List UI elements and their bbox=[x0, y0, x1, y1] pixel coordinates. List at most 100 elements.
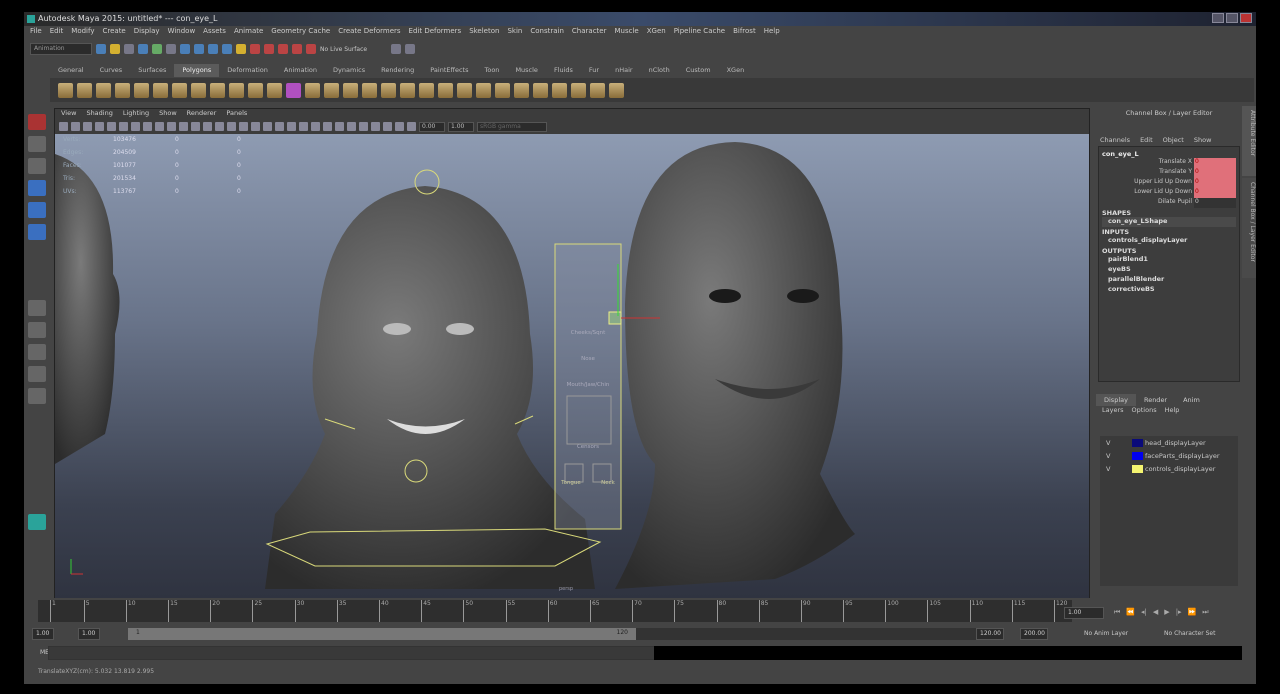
minimize-button[interactable] bbox=[1212, 13, 1224, 23]
panel-tool-icon[interactable] bbox=[215, 122, 224, 131]
panel-tool-icon[interactable] bbox=[179, 122, 188, 131]
panel-tool-icon[interactable] bbox=[263, 122, 272, 131]
shelf-tool-icon[interactable] bbox=[457, 82, 472, 98]
shelf-tool-icon[interactable] bbox=[77, 82, 92, 98]
select-tool-icon[interactable] bbox=[28, 114, 46, 130]
step-forward-icon[interactable]: |▸ bbox=[1176, 608, 1182, 617]
shelf-tool-icon[interactable] bbox=[514, 82, 529, 98]
shelf-tab-polygons[interactable]: Polygons bbox=[174, 64, 220, 77]
menu-skeleton[interactable]: Skeleton bbox=[469, 27, 499, 39]
panel-menu-lighting[interactable]: Lighting bbox=[123, 109, 149, 120]
menu-character[interactable]: Character bbox=[572, 27, 607, 39]
shelf-tool-icon[interactable] bbox=[134, 82, 149, 98]
shelf-tool-icon[interactable] bbox=[191, 82, 206, 98]
channel-box-tab[interactable]: Channel Box / Layer Editor bbox=[1242, 178, 1256, 278]
shelf-tool-icon[interactable] bbox=[419, 82, 434, 98]
panel-tool-icon[interactable] bbox=[155, 122, 164, 131]
menu-file[interactable]: File bbox=[30, 27, 42, 39]
shelf-tool-icon[interactable] bbox=[305, 82, 320, 98]
step-back-key-icon[interactable]: ⏪ bbox=[1126, 608, 1135, 617]
layer-color-swatch[interactable] bbox=[1132, 464, 1143, 473]
panel-tool-icon[interactable] bbox=[323, 122, 332, 131]
panel-tool-icon[interactable] bbox=[383, 122, 392, 131]
shelf-tool-icon[interactable] bbox=[248, 82, 263, 98]
shelf-tab-toon[interactable]: Toon bbox=[476, 64, 507, 77]
layout-outliner-icon[interactable] bbox=[28, 366, 46, 382]
anim-layer-selector[interactable]: No Anim Layer bbox=[1084, 630, 1128, 637]
panel-tool-icon[interactable] bbox=[251, 122, 260, 131]
select-hierarchy-icon[interactable] bbox=[138, 44, 148, 54]
render-icon[interactable] bbox=[264, 44, 274, 54]
panel-tool-icon[interactable] bbox=[407, 122, 416, 131]
shelf-tool-icon[interactable] bbox=[286, 82, 301, 98]
snap-curve-icon[interactable] bbox=[194, 44, 204, 54]
shelf-tab-fur[interactable]: Fur bbox=[581, 64, 607, 77]
layer-row[interactable]: Vhead_displayLayer bbox=[1100, 436, 1238, 449]
shelf-tool-icon[interactable] bbox=[153, 82, 168, 98]
attr-value[interactable]: 0 bbox=[1194, 158, 1236, 168]
menu-modify[interactable]: Modify bbox=[71, 27, 94, 39]
layer-tab-display[interactable]: Display bbox=[1096, 394, 1136, 406]
layer-color-swatch[interactable] bbox=[1132, 451, 1143, 460]
panel-tool-icon[interactable] bbox=[95, 122, 104, 131]
channel-attr-translate-x[interactable]: Translate X0 bbox=[1102, 158, 1236, 168]
viewport[interactable]: Cheeks/Sqnt Nose Mouth/Jaw/Chin Censors … bbox=[55, 134, 1089, 598]
menu-window[interactable]: Window bbox=[168, 27, 196, 39]
node-correctivebs[interactable]: correctiveBS bbox=[1102, 285, 1236, 295]
menu-create[interactable]: Create bbox=[102, 27, 125, 39]
shelf-tool-icon[interactable] bbox=[552, 82, 567, 98]
panel-tool-icon[interactable] bbox=[311, 122, 320, 131]
make-live-icon[interactable] bbox=[306, 44, 316, 54]
open-scene-icon[interactable] bbox=[110, 44, 120, 54]
panel-tool-icon[interactable] bbox=[395, 122, 404, 131]
paint-select-icon[interactable] bbox=[28, 158, 46, 174]
panel-tool-icon[interactable] bbox=[335, 122, 344, 131]
layout-side-icon[interactable] bbox=[28, 344, 46, 360]
channel-attr-upper-lid-up-down[interactable]: Upper Lid Up Down 0 bbox=[1102, 178, 1236, 188]
mode-selector[interactable]: Animation bbox=[30, 43, 92, 55]
shelf-tool-icon[interactable] bbox=[267, 82, 282, 98]
shelf-tool-icon[interactable] bbox=[324, 82, 339, 98]
menu-assets[interactable]: Assets bbox=[203, 27, 226, 39]
playback-start-field[interactable]: 1.00 bbox=[78, 628, 100, 640]
layer-menu-help[interactable]: Help bbox=[1165, 406, 1180, 418]
menu-bifrost[interactable]: Bifrost bbox=[733, 27, 756, 39]
layer-name[interactable]: head_displayLayer bbox=[1145, 439, 1206, 447]
step-forward-key-icon[interactable]: ⏩ bbox=[1188, 608, 1197, 617]
panel-tool-icon[interactable] bbox=[107, 122, 116, 131]
input-line-icon[interactable] bbox=[391, 44, 402, 54]
layout-four-icon[interactable] bbox=[28, 322, 46, 338]
menu-geometry-cache[interactable]: Geometry Cache bbox=[271, 27, 330, 39]
shelf-tab-painteffects[interactable]: PaintEffects bbox=[422, 64, 476, 77]
panel-menu-show[interactable]: Show bbox=[159, 109, 177, 120]
channel-attr-dilate-pupil[interactable]: Dilate Pupil 0 bbox=[1102, 198, 1236, 208]
ipr-render-icon[interactable] bbox=[278, 44, 288, 54]
panel-tool-icon[interactable] bbox=[347, 122, 356, 131]
shelf-tab-animation[interactable]: Animation bbox=[276, 64, 325, 77]
maximize-button[interactable] bbox=[1226, 13, 1238, 23]
layer-menu-layers[interactable]: Layers bbox=[1102, 406, 1124, 418]
shelf-tab-ncloth[interactable]: nCloth bbox=[641, 64, 678, 77]
layer-color-swatch[interactable] bbox=[1132, 438, 1143, 447]
panel-tool-icon[interactable] bbox=[299, 122, 308, 131]
panel-tool-icon[interactable] bbox=[143, 122, 152, 131]
shelf-tool-icon[interactable] bbox=[343, 82, 358, 98]
menu-constrain[interactable]: Constrain bbox=[530, 27, 564, 39]
playback-end-field[interactable]: 120.00 bbox=[976, 628, 1004, 640]
panel-tool-icon[interactable] bbox=[131, 122, 140, 131]
attr-value[interactable]: 0 bbox=[1194, 198, 1236, 208]
layer-name[interactable]: controls_displayLayer bbox=[1145, 465, 1215, 473]
shelf-tool-icon[interactable] bbox=[438, 82, 453, 98]
move-tool-icon[interactable] bbox=[28, 180, 46, 196]
panel-tool-icon[interactable] bbox=[191, 122, 200, 131]
shelf-tool-icon[interactable] bbox=[229, 82, 244, 98]
color-space-selector[interactable]: sRGB gamma bbox=[477, 121, 547, 132]
object-name[interactable]: con_eye_L bbox=[1102, 150, 1236, 158]
end-time-field[interactable]: 200.00 bbox=[1020, 628, 1048, 640]
menu-pipeline-cache[interactable]: Pipeline Cache bbox=[674, 27, 725, 39]
shelf-tool-icon[interactable] bbox=[96, 82, 111, 98]
layer-name[interactable]: faceParts_displayLayer bbox=[1145, 452, 1220, 460]
attribute-editor-tab[interactable]: Attribute Editor bbox=[1242, 106, 1256, 176]
node-controls-displaylayer[interactable]: controls_displayLayer bbox=[1102, 236, 1236, 246]
panel-tool-icon[interactable] bbox=[287, 122, 296, 131]
